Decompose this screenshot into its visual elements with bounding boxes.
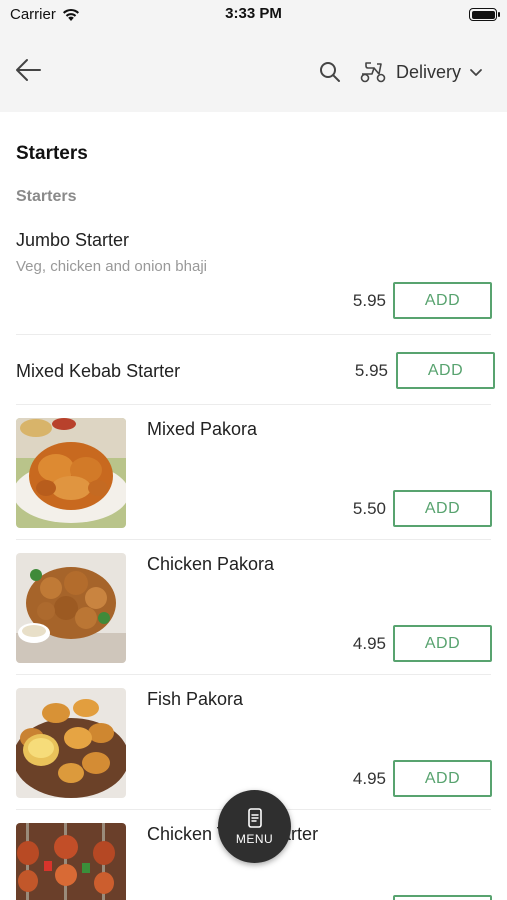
- divider: [16, 539, 491, 540]
- search-button[interactable]: [318, 60, 342, 84]
- item-price: 4.95: [352, 769, 386, 788]
- item-name: Chicken Pakora: [147, 554, 275, 574]
- delivery-selector[interactable]: Delivery: [358, 56, 483, 88]
- header: Delivery: [0, 30, 507, 112]
- delivery-scooter-icon: [360, 62, 386, 83]
- menu-fab-button[interactable]: MENU: [218, 790, 291, 863]
- item-price: 5.95: [352, 291, 386, 310]
- item-image: [16, 418, 126, 528]
- back-arrow-icon: [16, 59, 41, 81]
- item-description: Veg, chicken and onion bhaji: [16, 258, 207, 275]
- item-price: 4.95: [352, 634, 386, 653]
- divider: [16, 674, 491, 675]
- add-button[interactable]: [393, 895, 492, 900]
- item-price: 5.50: [352, 499, 386, 518]
- divider: [16, 334, 491, 335]
- status-bar: Carrier 3:33 PM: [0, 0, 507, 30]
- add-button[interactable]: ADD: [396, 352, 495, 389]
- page-title: Starters: [16, 143, 88, 164]
- menu-fab-label: MENU: [235, 832, 274, 846]
- item-name: Mixed Pakora: [147, 419, 258, 439]
- battery-icon: [469, 8, 500, 21]
- add-button[interactable]: ADD: [393, 760, 492, 797]
- add-button[interactable]: ADD: [393, 625, 492, 662]
- delivery-label: Delivery: [396, 61, 462, 82]
- menu-icon: [247, 808, 262, 828]
- item-image: [16, 823, 126, 900]
- item-name: Jumbo Starter: [16, 230, 130, 250]
- back-button[interactable]: [12, 56, 44, 84]
- add-button[interactable]: ADD: [393, 490, 492, 527]
- status-time: 3:33 PM: [225, 5, 282, 22]
- search-icon: [320, 62, 340, 82]
- chevron-down-icon: [470, 69, 482, 76]
- category-title: Starters: [16, 188, 77, 205]
- divider: [16, 404, 491, 405]
- item-image: [16, 553, 126, 663]
- item-image: [16, 688, 126, 798]
- item-name: Fish Pakora: [147, 689, 244, 709]
- item-price: 5.95: [354, 361, 388, 380]
- add-button[interactable]: ADD: [393, 282, 492, 319]
- item-name: Mixed Kebab Starter: [16, 361, 181, 381]
